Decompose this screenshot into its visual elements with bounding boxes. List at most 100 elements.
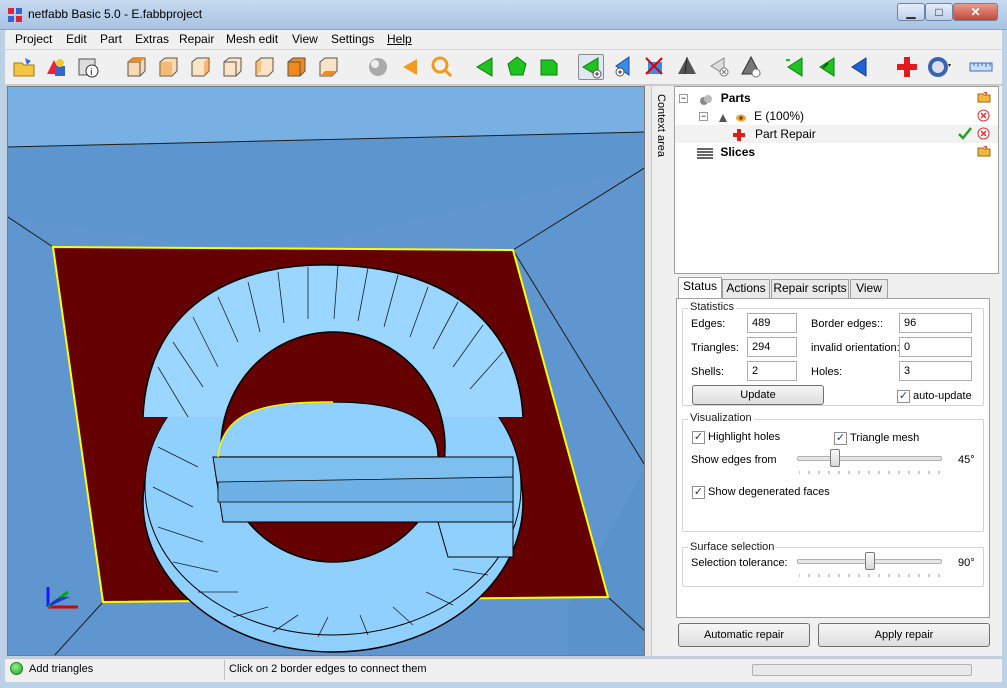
- 3d-viewport[interactable]: [7, 86, 645, 656]
- tree-repair-row[interactable]: Part Repair: [675, 125, 998, 143]
- show-edges-label: Show edges from: [691, 454, 777, 466]
- show-edges-slider-track[interactable]: [797, 456, 942, 461]
- tab-view[interactable]: View: [850, 279, 888, 298]
- flip-surface-icon[interactable]: [814, 54, 840, 80]
- highlight-holes-checkbox[interactable]: ✓: [692, 431, 705, 444]
- cut-triangle-icon[interactable]: [642, 54, 668, 80]
- slices-icon: [697, 147, 713, 159]
- maximize-button[interactable]: □: [925, 3, 953, 21]
- apply-repair-button[interactable]: Apply repair: [818, 623, 990, 647]
- view-front-icon[interactable]: [155, 54, 181, 80]
- menu-edit[interactable]: Edit: [66, 32, 87, 46]
- tree-parts-label: Parts: [720, 91, 751, 105]
- open-project-icon[interactable]: [11, 54, 37, 80]
- toolbar: i: [5, 50, 1002, 85]
- auto-update-checkbox[interactable]: ✓: [897, 390, 910, 403]
- view-back-icon[interactable]: [219, 54, 245, 80]
- flip-shell-icon[interactable]: [846, 54, 872, 80]
- tree-slices-row[interactable]: Slices: [697, 143, 755, 161]
- tree-part-label: E (100%): [754, 109, 805, 123]
- svg-text:i: i: [90, 68, 93, 78]
- open-folder-icon[interactable]: [977, 91, 991, 106]
- select-shell-icon[interactable]: [504, 54, 530, 80]
- holes-label: Holes:: [811, 366, 843, 378]
- context-area-label: Context area: [655, 94, 667, 157]
- menu-view[interactable]: View: [292, 32, 318, 46]
- mesh-render[interactable]: [8, 87, 645, 656]
- visibility-eye-icon[interactable]: [735, 111, 747, 123]
- auto-update-label: auto-update: [913, 390, 972, 402]
- show-edges-ticks: [799, 471, 940, 474]
- invalid-orientation-label: invalid orientation:: [811, 342, 900, 354]
- menu-repair[interactable]: Repair: [179, 32, 214, 46]
- triangles-label: Triangles:: [691, 342, 739, 354]
- shaded-sphere-icon[interactable]: [365, 54, 391, 80]
- parts-icon: [699, 93, 713, 105]
- tab-status[interactable]: Status: [678, 277, 722, 299]
- menu-project[interactable]: Project: [15, 32, 52, 46]
- close-button[interactable]: ✕: [953, 3, 998, 21]
- view-bottom-icon[interactable]: [315, 54, 341, 80]
- status-tab-panel: Statistics Edges: 489 Triangles: 294 She…: [676, 298, 990, 618]
- open-folder-icon[interactable]: [977, 145, 991, 160]
- statistics-title: Statistics: [688, 301, 737, 313]
- render-mode-icon[interactable]: [926, 54, 952, 80]
- tab-repair-scripts[interactable]: Repair scripts: [771, 279, 849, 298]
- highlight-holes-label: Highlight holes: [708, 431, 781, 443]
- tree-parts-row[interactable]: − Parts: [679, 89, 751, 107]
- menu-help[interactable]: Help: [387, 32, 412, 46]
- remove-shell-icon[interactable]: [738, 54, 764, 80]
- view-left-icon[interactable]: [251, 54, 277, 80]
- selection-tolerance-label: Selection tolerance:: [691, 557, 788, 569]
- view-right-icon[interactable]: [283, 54, 309, 80]
- context-area-tab[interactable]: Context area: [651, 86, 671, 656]
- menu-mesh-edit[interactable]: Mesh edit: [226, 32, 278, 46]
- repair-cross-icon[interactable]: [894, 54, 920, 80]
- border-edges-label: Border edges::: [811, 318, 884, 330]
- update-button[interactable]: Update: [692, 385, 824, 405]
- collapse-icon[interactable]: −: [699, 112, 708, 122]
- show-degenerated-checkbox[interactable]: ✓: [692, 486, 705, 499]
- rotate-icon[interactable]: [397, 54, 423, 80]
- part-info-icon[interactable]: i: [75, 54, 101, 80]
- status-tool-text: Add triangles: [29, 663, 94, 675]
- border-edges-field: 96: [899, 313, 972, 333]
- add-point-icon[interactable]: [610, 54, 636, 80]
- apply-check-icon[interactable]: [958, 127, 972, 145]
- menu-part[interactable]: Part: [100, 32, 122, 46]
- selection-tolerance-ticks: [799, 574, 940, 577]
- shells-label: Shells:: [691, 366, 725, 378]
- automatic-repair-button[interactable]: Automatic repair: [678, 623, 810, 647]
- surface-selection-title: Surface selection: [688, 541, 777, 553]
- selection-tolerance-thumb[interactable]: [864, 552, 875, 570]
- collapse-icon[interactable]: −: [679, 94, 688, 104]
- menu-settings[interactable]: Settings: [331, 32, 374, 46]
- menu-extras[interactable]: Extras: [135, 32, 169, 46]
- selection-tolerance-value: 90°: [958, 557, 975, 569]
- status-indicator-icon: [10, 662, 23, 675]
- remove-part-icon[interactable]: [977, 109, 990, 125]
- triangle-mesh-checkbox[interactable]: ✓: [834, 432, 847, 445]
- edges-field: 489: [747, 313, 797, 333]
- remove-triangle-icon[interactable]: [706, 54, 732, 80]
- edges-label: Edges:: [691, 318, 726, 330]
- status-hint-text: Click on 2 border edges to connect them: [229, 663, 427, 675]
- shells-field: 2: [747, 361, 797, 381]
- cancel-repair-icon[interactable]: [977, 127, 990, 145]
- tree-part-row[interactable]: − E (100%): [699, 107, 804, 125]
- view-top-icon[interactable]: [123, 54, 149, 80]
- minimize-button[interactable]: ▁: [897, 3, 925, 21]
- show-edges-slider-thumb[interactable]: [829, 449, 840, 467]
- ruler-icon[interactable]: [968, 54, 994, 80]
- tree-repair-label: Part Repair: [755, 127, 816, 141]
- select-triangle-icon[interactable]: [472, 54, 498, 80]
- select-surface-icon[interactable]: [536, 54, 562, 80]
- flip-triangle-icon[interactable]: [782, 54, 808, 80]
- netfabb-logo-icon: [8, 8, 22, 22]
- add-triangle-icon[interactable]: [578, 54, 604, 80]
- tab-actions[interactable]: Actions: [722, 279, 770, 298]
- tetrahedron-icon[interactable]: [674, 54, 700, 80]
- zoom-icon[interactable]: [429, 54, 455, 80]
- view-side-icon[interactable]: [187, 54, 213, 80]
- add-part-icon[interactable]: [43, 54, 69, 80]
